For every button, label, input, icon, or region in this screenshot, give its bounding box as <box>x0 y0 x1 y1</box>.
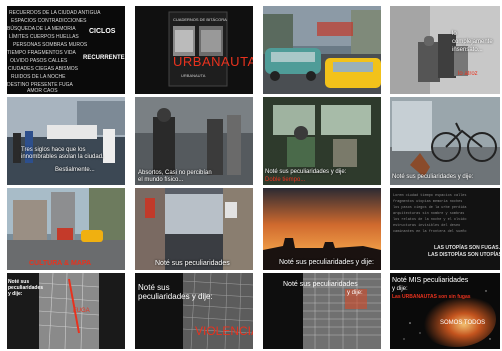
thumbnail-12[interactable]: Lorem ciudad tiempo espacios calles frag… <box>390 188 500 270</box>
book-cover-subtitle: URBANAUTA <box>181 73 206 78</box>
tile-1-caption: CICLOS <box>89 28 116 35</box>
svg-text:RUIDOS DE LA NOCHE: RUIDOS DE LA NOCHE <box>11 74 66 80</box>
book-cover-title: CUADERNOS DE BITÁCORA <box>173 17 227 22</box>
tile-16-caption-3: Las URBANAUTAS son sin fugas <box>392 294 471 300</box>
tile-14-caption: Noté sus peculiaridades y dije: <box>138 283 213 301</box>
tile-9-caption: CULTURA & MAPA <box>29 260 92 267</box>
svg-text:BÚSQUEDA DE LA MEMORIA: BÚSQUEDA DE LA MEMORIA <box>7 25 76 32</box>
svg-text:LÍMITES CUERPOS HUELLAS: LÍMITES CUERPOS HUELLAS <box>9 33 79 40</box>
svg-text:OLVIDO PASOS CALLES: OLVIDO PASOS CALLES <box>10 58 68 64</box>
thumbnail-11[interactable]: Noté sus peculiaridades y dije: <box>263 188 381 270</box>
tile-1-caption-2: RECURRENTES <box>83 55 125 61</box>
thumbnail-9[interactable]: CULTURA & MAPA <box>7 188 125 270</box>
svg-text:arquitecturas sin nombre y som: arquitecturas sin nombre y sombras <box>393 211 464 216</box>
thumbnail-1[interactable]: RECUERDOS DE LA CIUDAD ANTIGUA ESPACIOS … <box>7 6 125 94</box>
tile-15-caption: Noté sus peculiaridades <box>283 281 358 288</box>
bicycle-photo <box>390 97 500 185</box>
tile-4-caption-2: lo atroz <box>458 71 478 77</box>
tile-7-caption-2: Doble tiempo... <box>265 177 306 183</box>
svg-text:caminantes en la frontera del: caminantes en la frontera del sueño <box>393 229 467 234</box>
tile-16-caption: Noté MIS peculiaridades <box>392 277 469 284</box>
svg-text:Lorem ciudad tiempo espacios c: Lorem ciudad tiempo espacios calles <box>393 193 467 198</box>
svg-text:AMOR CAOS: AMOR CAOS <box>27 88 58 94</box>
tile-8-caption: Noté sus peculiaridades y dije: <box>392 174 474 180</box>
tile-16-caption-4: SOMOS TODOS <box>440 320 486 326</box>
thumbnail-7[interactable]: Noté sus peculiaridades y dije: Doble ti… <box>263 97 381 185</box>
tile-6-caption-2: el mundo físico... <box>138 177 184 183</box>
tile-12-caption-2: LAS DISTOPÍAS SON UTOPÍAS <box>428 252 500 258</box>
tile-15-caption-2: y dije: <box>347 290 363 296</box>
svg-text:los pasos ciegos de la urbe pe: los pasos ciegos de la urbe perdida <box>393 205 467 210</box>
svg-text:fragmentos utopias memoria noc: fragmentos utopias memoria noches <box>393 199 462 204</box>
thumbnail-4[interactable]: lo complejamente insensato... lo atroz <box>390 6 500 94</box>
thumbnail-3[interactable] <box>263 6 381 94</box>
thumbnail-6[interactable]: Absortos, Casi no percibían el mundo fís… <box>135 97 253 185</box>
thumbnail-14[interactable]: Noté sus peculiaridades y dije: VIOLENCI… <box>135 273 253 349</box>
tile-11-caption: Noté sus peculiaridades y dije: <box>279 259 374 266</box>
sunset-sky-photo <box>263 188 381 270</box>
thumbnail-15[interactable]: Noté sus peculiaridades y dije: <box>263 273 381 349</box>
thumbnail-2[interactable]: CUADERNOS DE BITÁCORA URBANAUTA URBANAUT… <box>135 6 253 94</box>
text-collage-image: RECUERDOS DE LA CIUDAD ANTIGUA ESPACIOS … <box>7 10 125 94</box>
svg-text:TIEMPO FRAGMENTOS VIDA: TIEMPO FRAGMENTOS VIDA <box>7 50 76 56</box>
downtown-street-photo <box>135 188 253 270</box>
svg-text:los relatos de la noche y el o: los relatos de la noche y el olvido <box>393 217 467 222</box>
tile-5-caption-2: Bestialmente... <box>55 167 95 173</box>
tile-5-caption: Tres siglos hace que los innombrables as… <box>21 147 104 160</box>
thumbnail-5[interactable]: Tres siglos hace que los innombrables as… <box>7 97 125 185</box>
tile-10-caption: Noté sus peculiaridades <box>155 260 230 267</box>
thumbnail-13[interactable]: Noté sus peculiaridades y dije: FUGA <box>7 273 125 349</box>
street-traffic-photo <box>263 6 381 94</box>
tile-2-title: URBANAUTA <box>173 54 253 69</box>
tile-16-caption-2: y dije: <box>392 286 408 292</box>
thumbnail-8[interactable]: Noté sus peculiaridades y dije: <box>390 97 500 185</box>
svg-text:estructuras invisibles del des: estructuras invisibles del deseo <box>393 223 460 228</box>
svg-text:PERSONAS SOMBRAS MUROS: PERSONAS SOMBRAS MUROS <box>13 42 88 48</box>
avenue-photo <box>7 188 125 270</box>
tile-4-caption: lo complejamente insensato... <box>452 31 493 53</box>
tile-13-caption-2: FUGA <box>73 308 90 314</box>
thumbnail-10[interactable]: Noté sus peculiaridades <box>135 188 253 270</box>
svg-text:RECUERDOS DE LA CIUDAD ANTIGUA: RECUERDOS DE LA CIUDAD ANTIGUA <box>9 10 101 16</box>
svg-text:ESPACIOS CONTRADICCIONES: ESPACIOS CONTRADICCIONES <box>11 18 87 24</box>
thumbnail-16[interactable]: Noté MIS peculiaridades y dije: Las URBA… <box>390 273 500 349</box>
svg-text:CIUDADES CIEGAS ABISMOS: CIUDADES CIEGAS ABISMOS <box>8 66 79 72</box>
tile-7-caption: Noté sus peculiaridades y dije: <box>265 169 347 175</box>
tile-13-caption: Noté sus peculiaridades y dije: <box>8 279 44 297</box>
tile-14-title: VIOLENCIA <box>195 324 253 338</box>
